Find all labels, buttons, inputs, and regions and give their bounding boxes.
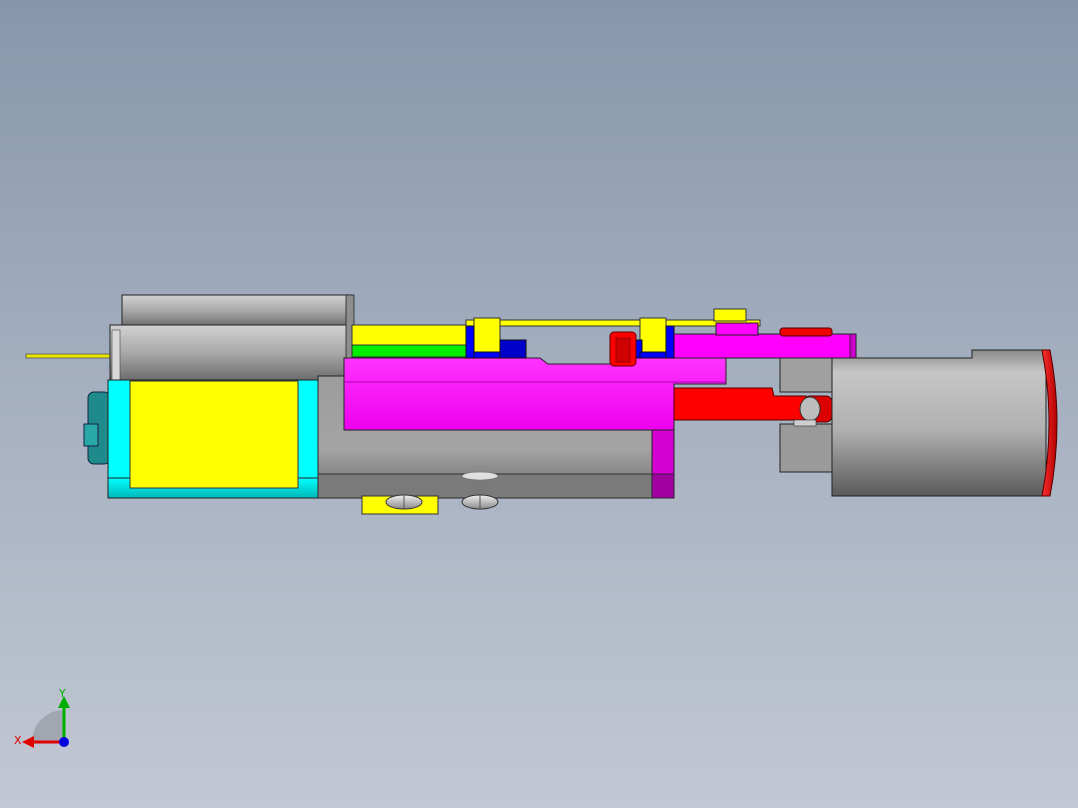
- orientation-triad: X Y: [14, 687, 70, 748]
- top-cover-upper: [121, 294, 353, 328]
- yellow-strip: [351, 324, 471, 348]
- graphics-viewport[interactable]: X Y: [0, 0, 1078, 808]
- motor-section: [107, 379, 321, 499]
- assembly-model[interactable]: [0, 0, 1078, 808]
- triad-y-label: Y: [58, 687, 66, 700]
- contact-pin: [25, 353, 111, 359]
- top-cover-lower: [109, 324, 354, 382]
- triad-x-label: X: [14, 734, 22, 747]
- actuator-knob: [779, 349, 1058, 497]
- green-plate: [351, 344, 471, 358]
- left-connector-boss: [83, 391, 111, 465]
